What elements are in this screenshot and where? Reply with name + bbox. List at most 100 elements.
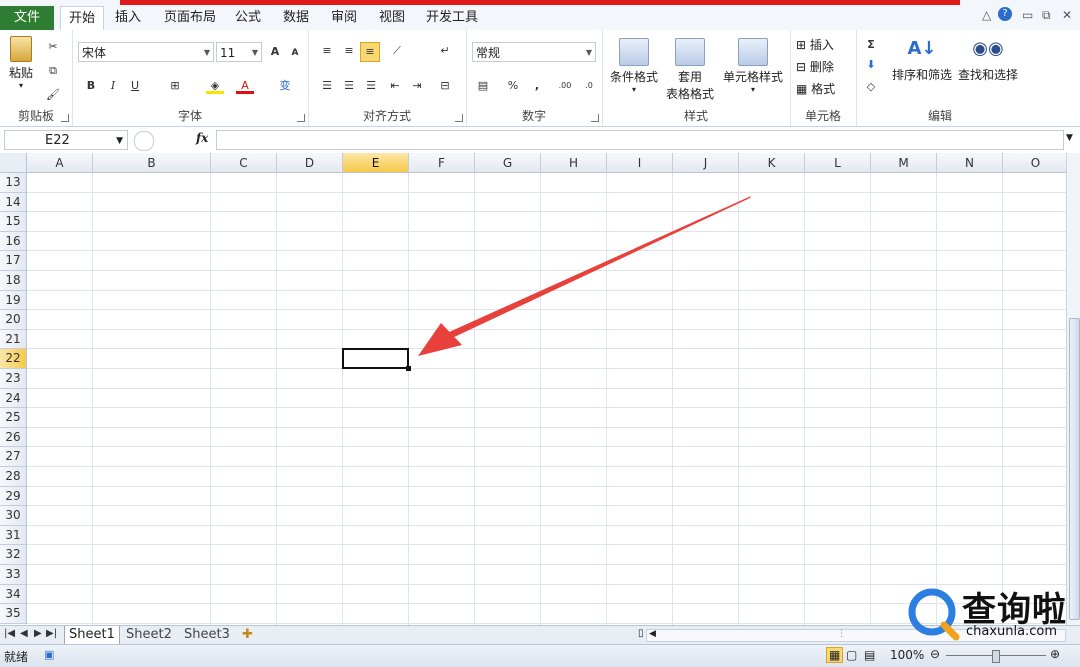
row-header-19[interactable]: 19 [0, 290, 27, 311]
zoom-level[interactable]: 100% [890, 648, 924, 662]
conditional-formatting-button[interactable]: 条件格式 ▾ [606, 38, 662, 94]
zoom-slider-thumb[interactable] [992, 650, 1000, 663]
row-header-28[interactable]: 28 [0, 467, 27, 487]
decrease-decimal-button[interactable]: .0 [578, 77, 600, 95]
font-name-select[interactable]: 宋体 ▼ [78, 42, 214, 62]
name-box[interactable]: E22 ▼ [4, 130, 128, 150]
align-center-icon[interactable]: ☰ [340, 77, 358, 95]
row-header-27[interactable]: 27 [0, 447, 27, 467]
row-header-34[interactable]: 34 [0, 584, 27, 605]
format-as-table-button[interactable]: 套用 表格格式 [662, 38, 718, 102]
row-header-33[interactable]: 33 [0, 565, 27, 585]
column-header-i[interactable]: I [607, 153, 673, 173]
row-header-30[interactable]: 30 [0, 506, 27, 526]
selected-cell[interactable] [342, 348, 409, 369]
align-right-icon[interactable]: ☰ [362, 77, 380, 95]
font-size-select[interactable]: 11 ▼ [216, 42, 262, 62]
scroll-left-icon[interactable]: ◀ [649, 629, 656, 639]
italic-button[interactable]: I [104, 77, 122, 95]
delete-cells-button[interactable]: ⊟ 删除 [796, 58, 854, 75]
column-header-f[interactable]: F [409, 153, 475, 173]
column-header-h[interactable]: H [541, 153, 607, 173]
tab-review[interactable]: 审阅 [324, 6, 364, 30]
column-header-b[interactable]: B [93, 153, 211, 173]
column-header-o[interactable]: O [1003, 153, 1066, 173]
cell-styles-button[interactable]: 单元格样式 ▾ [720, 38, 786, 94]
minimize-ribbon-icon[interactable]: △ [982, 8, 991, 22]
fill-color-icon[interactable]: ◈ [206, 77, 224, 94]
find-select-button[interactable]: ◉◉ 查找和选择 [956, 38, 1020, 83]
row-header-24[interactable]: 24 [0, 388, 27, 409]
tab-page-layout[interactable]: 页面布局 [158, 6, 222, 30]
row-header-25[interactable]: 25 [0, 408, 27, 428]
chevron-down-icon[interactable]: ▼ [116, 131, 123, 151]
row-header-35[interactable]: 35 [0, 604, 27, 624]
vertical-scrollbar[interactable] [1066, 153, 1080, 625]
insert-cells-button[interactable]: ⊞ 插入 [796, 36, 854, 53]
insert-sheet-icon[interactable]: ✚ [238, 626, 257, 644]
sheet-tab-2[interactable]: Sheet2 [122, 626, 176, 644]
format-cells-button[interactable]: ▦ 格式 [796, 80, 854, 97]
tab-formulas[interactable]: 公式 [228, 6, 268, 30]
tab-home[interactable]: 开始 [60, 6, 104, 32]
tab-insert[interactable]: 插入 [108, 6, 148, 30]
row-header-18[interactable]: 18 [0, 271, 27, 291]
row-header-26[interactable]: 26 [0, 427, 27, 448]
clear-icon[interactable]: ◇ [862, 78, 880, 96]
font-color-button[interactable]: A [236, 77, 254, 94]
page-break-view-icon[interactable]: ▤ [864, 648, 875, 662]
paste-button[interactable]: 粘贴 ▾ [4, 36, 38, 90]
accounting-format-icon[interactable]: ▤ [474, 77, 492, 95]
increase-indent-icon[interactable]: ⇥ [408, 77, 426, 95]
percent-style-button[interactable]: % [504, 77, 522, 95]
help-icon[interactable]: ? [998, 7, 1012, 21]
window-minimize-icon[interactable]: ▭ [1022, 8, 1033, 22]
formula-input[interactable] [216, 130, 1064, 150]
alignment-launcher-icon[interactable] [455, 114, 463, 122]
align-middle-icon[interactable]: ≡ [340, 42, 358, 60]
expand-formula-bar-icon[interactable]: ▼ [1066, 133, 1073, 143]
tab-split-handle-icon[interactable]: ▯ [638, 628, 644, 639]
row-header-23[interactable]: 23 [0, 369, 27, 389]
prev-sheet-icon[interactable]: ◀ [20, 628, 28, 639]
column-header-k[interactable]: K [739, 153, 805, 173]
shrink-font-button[interactable]: A [286, 44, 304, 62]
row-header-22[interactable]: 22 [0, 349, 27, 369]
format-painter-icon[interactable]: 🖌 [44, 86, 62, 104]
last-sheet-icon[interactable]: ▶| [46, 628, 57, 639]
column-header-j[interactable]: J [673, 153, 739, 173]
decrease-indent-icon[interactable]: ⇤ [386, 77, 404, 95]
tab-view[interactable]: 视图 [372, 6, 412, 30]
window-close-icon[interactable]: ✕ [1062, 8, 1072, 22]
borders-icon[interactable]: ⊞ [166, 77, 184, 95]
sort-filter-button[interactable]: A↓ 排序和筛选 [890, 38, 954, 83]
row-header-31[interactable]: 31 [0, 525, 27, 546]
column-header-n[interactable]: N [937, 153, 1003, 173]
grow-font-button[interactable]: A [266, 43, 284, 61]
number-launcher-icon[interactable] [591, 114, 599, 122]
tab-developer[interactable]: 开发工具 [420, 6, 484, 30]
column-header-a[interactable]: A [27, 153, 93, 173]
window-restore-icon[interactable]: ⧉ [1042, 8, 1051, 23]
horizontal-scroll-thumb[interactable]: ⋮ [837, 629, 846, 639]
zoom-in-icon[interactable]: ⊕ [1050, 647, 1060, 661]
autosum-button[interactable]: Σ [862, 36, 880, 54]
sheet-tab-1[interactable]: Sheet1 [64, 626, 120, 645]
column-header-e[interactable]: E [343, 153, 409, 173]
macro-record-icon[interactable]: ▣ [44, 648, 54, 661]
row-header-15[interactable]: 15 [0, 212, 27, 232]
column-header-g[interactable]: G [475, 153, 541, 173]
row-header-13[interactable]: 13 [0, 173, 27, 193]
row-header-16[interactable]: 16 [0, 231, 27, 252]
tab-file[interactable]: 文件 [0, 6, 54, 30]
increase-decimal-button[interactable]: .00 [554, 77, 576, 95]
tab-data[interactable]: 数据 [276, 6, 316, 30]
next-sheet-icon[interactable]: ▶ [34, 628, 42, 639]
phonetic-button[interactable]: 变 [276, 77, 294, 95]
orientation-icon[interactable]: ⟋ [388, 42, 406, 60]
column-header-d[interactable]: D [277, 153, 343, 173]
merge-center-icon[interactable]: ⊟ [436, 77, 454, 95]
cut-icon[interactable]: ✂ [44, 38, 62, 56]
column-header-m[interactable]: M [871, 153, 937, 173]
clipboard-launcher-icon[interactable] [61, 114, 69, 122]
